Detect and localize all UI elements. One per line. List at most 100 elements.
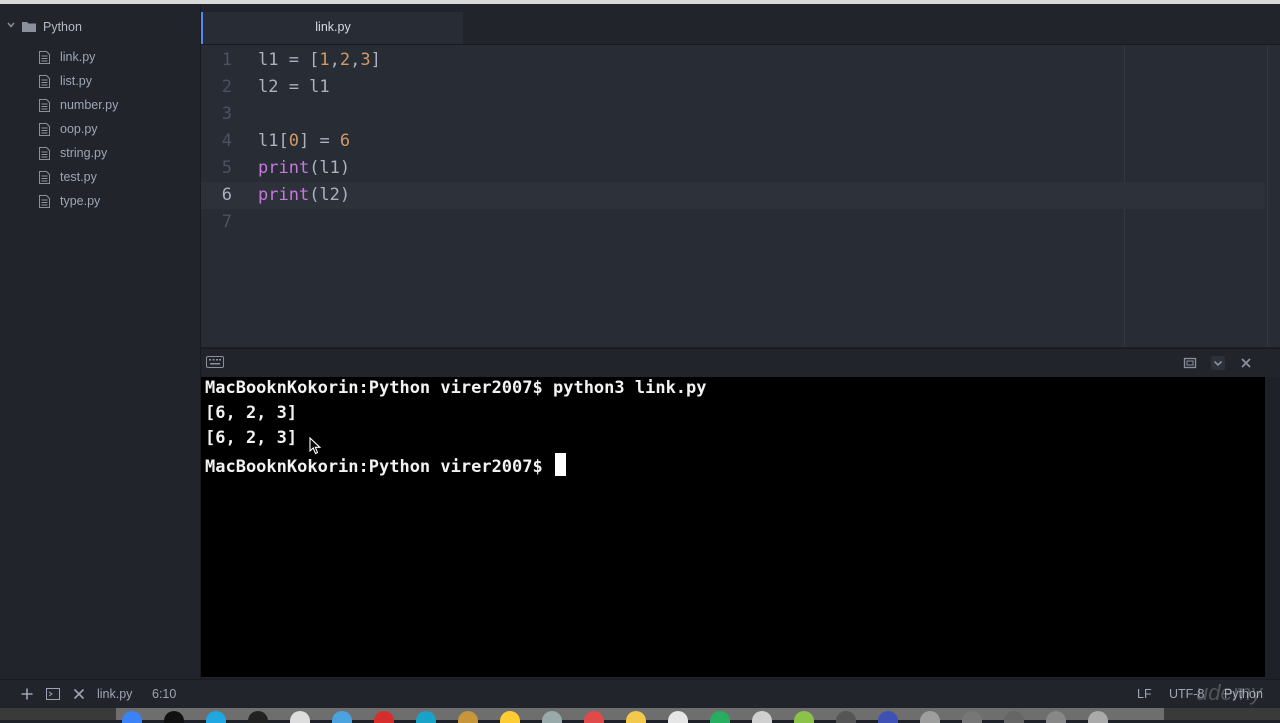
code-number: 2 — [339, 50, 351, 70]
sidebar-file-item[interactable]: type.py — [0, 190, 200, 214]
code-line[interactable]: 2 l2 = l1 — [201, 74, 1265, 101]
sidebar-file-item[interactable]: string.py — [0, 142, 200, 166]
terminal-line: MacBooknKokorin:Python virer2007$ python… — [205, 378, 707, 398]
code-line[interactable]: 7 — [201, 209, 1265, 236]
file-list: link.py list.py number.py oop.py string.py te… — [0, 46, 200, 214]
sidebar-file-label: oop.py — [60, 122, 98, 136]
line-number: 7 — [221, 212, 232, 232]
chevron-down-icon[interactable] — [7, 21, 15, 29]
terminal[interactable]: MacBooknKokorin:Python virer2007$ python… — [201, 377, 1265, 677]
code-number: 6 — [339, 131, 351, 151]
line-number: 6 — [221, 185, 232, 205]
dock-app-icon[interactable] — [248, 711, 268, 723]
terminal-panel-header — [201, 348, 1280, 377]
dock-app-icon[interactable] — [122, 711, 142, 723]
dock-app-icon[interactable] — [710, 711, 730, 723]
plus-icon[interactable] — [20, 687, 34, 701]
line-number: 2 — [221, 77, 232, 97]
code-number: 3 — [360, 50, 371, 70]
dock-app-icon[interactable] — [1004, 711, 1024, 723]
code-text: print(l2) — [258, 185, 350, 205]
code-token: l2 = l1 — [258, 77, 330, 97]
code-line[interactable]: 3 — [201, 101, 1265, 128]
sidebar-file-label: string.py — [60, 146, 108, 160]
dock-app-icon[interactable] — [962, 711, 982, 723]
code-line[interactable]: 4 l1[0] = 6 — [201, 128, 1265, 155]
dock-app-icon[interactable] — [416, 711, 436, 723]
terminal-prompt-line: MacBooknKokorin:Python virer2007$ — [205, 453, 566, 478]
dock-app-icon[interactable] — [542, 711, 562, 723]
sidebar-file-item[interactable]: oop.py — [0, 118, 200, 142]
dock-app-icon[interactable] — [458, 711, 478, 723]
dock-app-icon[interactable] — [374, 711, 394, 723]
dock-app-icon[interactable] — [752, 711, 772, 723]
code-text: l1 = [1,2,3] — [258, 50, 381, 70]
code-number: 1 — [319, 50, 330, 70]
sidebar-file-label: link.py — [60, 50, 96, 64]
dock-app-icon[interactable] — [332, 711, 352, 723]
dock-app-icon[interactable] — [500, 711, 520, 723]
close-icon[interactable] — [72, 687, 86, 701]
dock-shelf — [116, 708, 1164, 723]
sidebar-file-item[interactable]: list.py — [0, 70, 200, 94]
project-folder-label: Python — [43, 20, 82, 34]
keyboard-icon[interactable] — [206, 356, 224, 368]
code-token: ] — [370, 50, 381, 70]
code-text: print(l1) — [258, 158, 350, 178]
udemy-watermark: udemy — [1196, 680, 1263, 705]
status-line-ending[interactable]: LF — [1137, 687, 1152, 701]
dock-app-icon[interactable] — [626, 711, 646, 723]
maximize-icon[interactable] — [1182, 355, 1198, 371]
file-icon — [39, 195, 50, 208]
code-keyword: print — [258, 185, 310, 205]
sidebar-file-item[interactable]: test.py — [0, 166, 200, 190]
terminal-prompt: MacBooknKokorin:Python virer2007$ — [205, 457, 553, 477]
macos-dock — [0, 708, 1280, 723]
dock-app-icon[interactable] — [206, 711, 226, 723]
code-token: ] = — [298, 131, 340, 151]
code-number: 0 — [288, 131, 299, 151]
code-line[interactable]: 5 print(l1) — [201, 155, 1265, 182]
dock-app-icon[interactable] — [668, 711, 688, 723]
terminal-line: [6, 2, 3] — [205, 428, 298, 448]
dock-app-icon[interactable] — [164, 711, 184, 723]
code-editor[interactable]: 1 l1 = [1,2,3] 2 l2 = l1 3 4 l1[0] = 6 5 print(l… — [201, 45, 1280, 347]
line-number: 3 — [221, 104, 232, 124]
code-line[interactable]: 1 l1 = [1,2,3] — [201, 47, 1265, 74]
tab-link-py[interactable]: link.py — [201, 12, 463, 44]
dock-app-icon[interactable] — [794, 711, 814, 723]
dock-app-icon[interactable] — [920, 711, 940, 723]
sidebar-file-label: type.py — [60, 194, 101, 208]
file-icon — [39, 75, 50, 88]
dock-app-icon[interactable] — [878, 711, 898, 723]
close-icon[interactable] — [1238, 355, 1254, 371]
sidebar-file-item[interactable]: number.py — [0, 94, 200, 118]
status-file-name[interactable]: link.py — [97, 687, 132, 701]
file-icon — [39, 123, 50, 136]
dock-app-icon[interactable] — [1046, 711, 1066, 723]
chevron-down-icon[interactable] — [1210, 355, 1226, 371]
sidebar-file-label: number.py — [60, 98, 119, 112]
tab-label: link.py — [315, 20, 351, 34]
file-icon — [39, 99, 50, 112]
code-token: l1[ — [258, 131, 289, 151]
status-cursor-position[interactable]: 6:10 — [152, 687, 176, 701]
sidebar-file-item[interactable]: link.py — [0, 46, 200, 70]
terminal-icon[interactable] — [46, 687, 60, 701]
file-icon — [39, 147, 50, 160]
code-token: (l2) — [309, 185, 351, 205]
dock-app-icon[interactable] — [290, 711, 310, 723]
code-text: l2 = l1 — [258, 77, 330, 97]
code-token: (l1) — [309, 158, 351, 178]
editor-scroll-edge — [1267, 45, 1268, 347]
dock-app-icon[interactable] — [584, 711, 604, 723]
code-line[interactable]: 6 print(l2) — [201, 182, 1265, 209]
code-token: , — [329, 50, 340, 70]
project-folder[interactable]: Python — [0, 16, 200, 38]
line-number: 1 — [221, 50, 232, 70]
dock-app-icon[interactable] — [1088, 711, 1108, 723]
code-token: l1 = [ — [258, 50, 320, 70]
mouse-pointer-icon — [309, 437, 321, 455]
terminal-cursor — [555, 453, 566, 476]
dock-app-icon[interactable] — [836, 711, 856, 723]
